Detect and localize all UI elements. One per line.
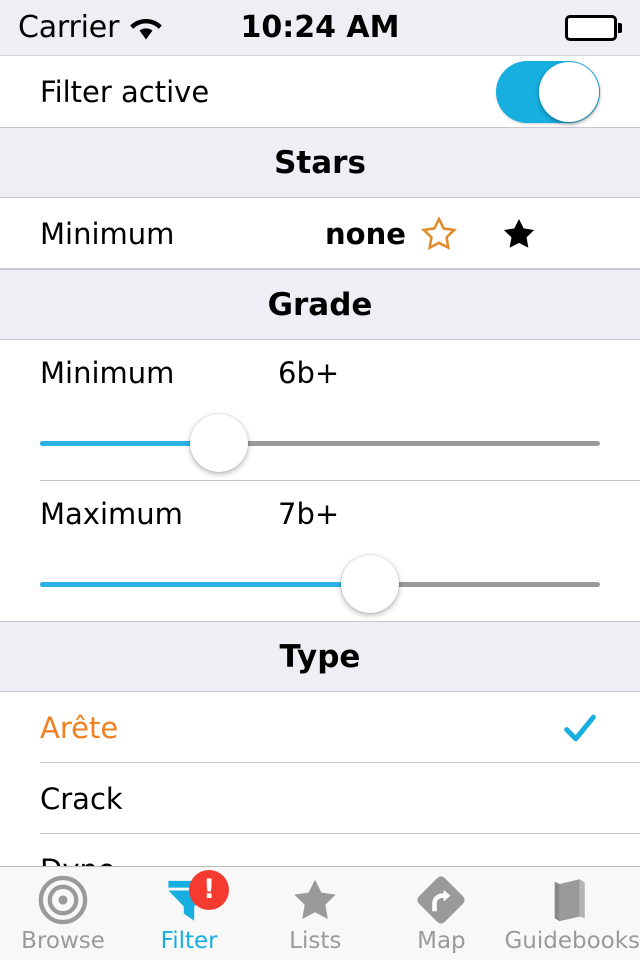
type-label: Crack [40,781,123,816]
checkmark-icon [560,708,600,748]
star-outline-icon[interactable] [420,215,458,253]
star-icon [289,874,341,926]
grade-minimum-labels: Minimum 6b+ [0,340,640,406]
grade-maximum-labels: Maximum 7b+ [0,481,640,547]
stars-minimum-value: none [325,216,406,251]
star-filled-icon[interactable] [500,215,538,253]
section-title: Stars [274,144,366,181]
slider-track[interactable] [40,414,600,472]
stars-minimum-row[interactable]: Minimum none [0,198,640,269]
grade-maximum-label: Maximum [40,497,183,531]
type-row-arete[interactable]: Arête [0,692,640,763]
book-icon [546,874,598,926]
slider-fill [40,581,371,587]
type-row-crack[interactable]: Crack [0,763,640,834]
section-header-stars: Stars [0,127,640,198]
filter-active-row[interactable]: Filter active [0,56,640,127]
tab-label: Lists [289,927,342,954]
section-header-type: Type [0,621,640,692]
tab-label: Filter [160,927,218,954]
tab-label: Browse [21,927,105,954]
tab-lists[interactable]: Lists [252,867,378,960]
type-row-dyno[interactable]: Dyno [0,834,640,866]
filter-badge: ! [189,869,230,910]
wifi-icon [129,15,163,41]
type-label: Arête [40,710,119,745]
grade-minimum-label: Minimum [40,356,175,390]
stars-minimum-label: Minimum [40,216,175,251]
battery-full-icon [565,14,622,41]
target-icon [37,874,89,926]
tab-guidebooks[interactable]: Guidebooks [504,867,640,960]
status-bar-left: Carrier [18,10,163,45]
type-label: Dyno [40,853,116,867]
tab-filter[interactable]: ! Filter [126,867,252,960]
slider-thumb[interactable] [341,555,400,613]
carrier-label: Carrier [18,10,120,45]
map-sign-icon [415,874,467,926]
grade-maximum-value: 7b+ [278,497,340,531]
tab-browse[interactable]: Browse [0,867,126,960]
star-rating-control[interactable] [420,215,600,253]
toggle-knob [539,61,599,122]
section-title: Type [279,638,361,675]
tab-label: Map [417,927,466,954]
slider-track[interactable] [40,555,600,613]
section-header-grade: Grade [0,269,640,340]
battery-status [565,14,622,41]
tab-bar: Browse ! Filter Lists Map Guidebooks [0,866,640,960]
settings-list: Filter active Stars Minimum none Grade M… [0,56,640,866]
grade-maximum-block: Maximum 7b+ [0,481,640,621]
grade-minimum-slider[interactable] [0,406,640,480]
tab-label: Guidebooks [504,927,640,954]
slider-thumb[interactable] [190,414,249,472]
section-title: Grade [267,286,373,323]
tab-map[interactable]: Map [378,867,504,960]
filter-active-label: Filter active [40,74,210,109]
grade-maximum-slider[interactable] [0,547,640,621]
filter-active-toggle[interactable] [496,60,600,123]
grade-minimum-value: 6b+ [278,356,340,390]
status-bar: Carrier 10:24 AM [0,0,640,56]
funnel-icon: ! [163,869,230,926]
grade-minimum-block: Minimum 6b+ [0,340,640,481]
row-separator [0,268,640,269]
